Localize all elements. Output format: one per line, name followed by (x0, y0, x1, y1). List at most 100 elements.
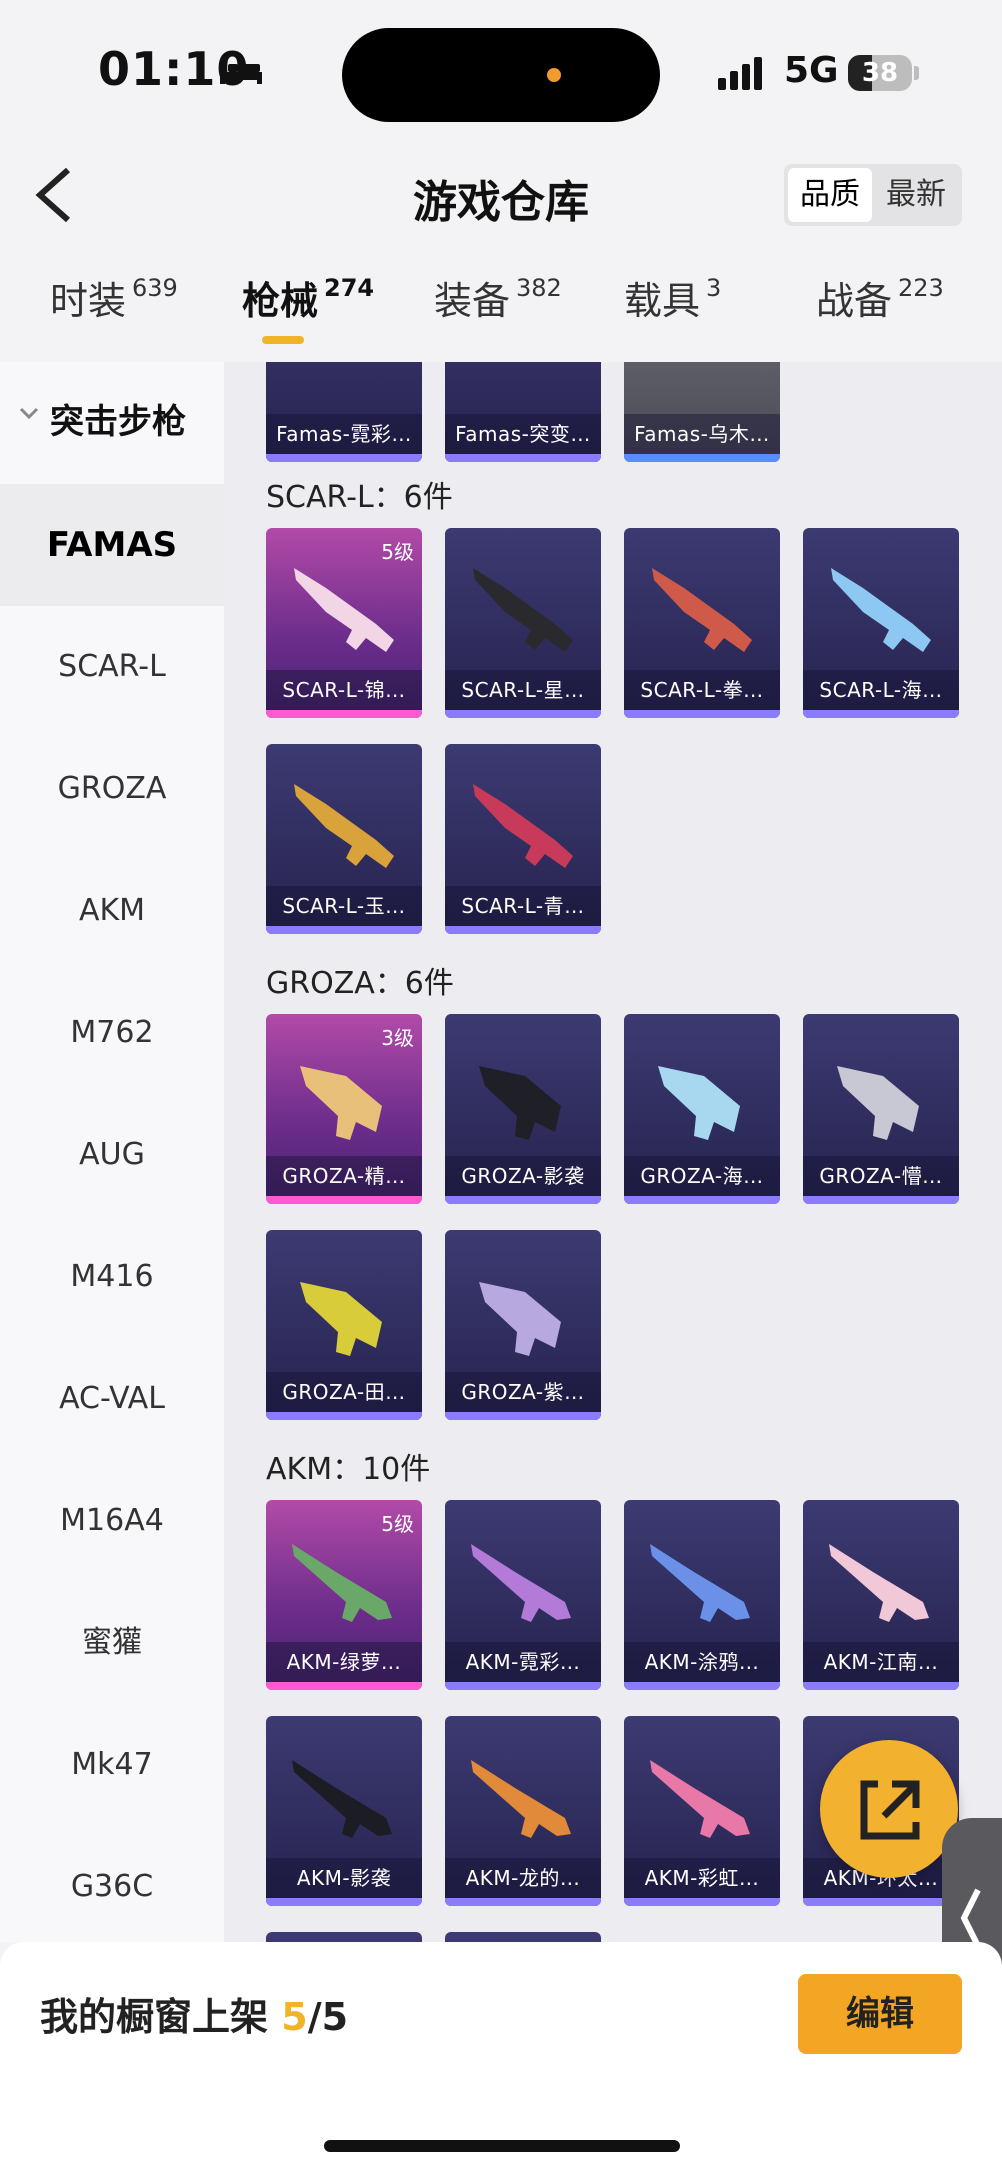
skin-name: SCAR-L-海… (803, 670, 959, 710)
skin-name: Famas-霓彩… (266, 414, 422, 454)
skin-name: SCAR-L-玉… (266, 886, 422, 926)
skin-name: AKM-彩虹… (624, 1858, 780, 1898)
tab-vehicles[interactable]: 载具 3 (624, 270, 721, 325)
sidebar-item-m762[interactable]: M762 (0, 972, 224, 1094)
sidebar-item-m416[interactable]: M416 (0, 1216, 224, 1338)
skin-name: AKM-涂鸦… (624, 1642, 780, 1682)
external-link-icon (860, 1780, 920, 1840)
skin-card[interactable]: GROZA-影袭 (445, 1014, 601, 1204)
signal-icon (718, 57, 762, 90)
home-indicator[interactable] (324, 2140, 680, 2152)
chevron-down-icon (19, 407, 39, 420)
sidebar-item-famas[interactable]: FAMAS (0, 484, 224, 606)
status-bar: 01:10 5G 38 (0, 0, 1002, 150)
skin-card[interactable]: GROZA-海… (624, 1014, 780, 1204)
skin-card[interactable]: 5级 SCAR-L-锦… (266, 528, 422, 718)
skin-name: Famas-乌木… (624, 414, 780, 454)
skin-name: SCAR-L-星… (445, 670, 601, 710)
skin-card[interactable]: Famas-乌木… (624, 362, 780, 462)
sidebar-item-groza[interactable]: GROZA (0, 728, 224, 850)
rifle-icon (473, 784, 573, 868)
rifle-icon (294, 568, 394, 652)
weapon-grid: Famas-霓彩… Famas-突变… Famas-乌木… SCAR-L：6件 … (224, 362, 1002, 1942)
battery-level: 38 (861, 58, 899, 88)
tab-supplies[interactable]: 战备 223 (816, 270, 944, 325)
sort-quality-button[interactable]: 品质 (788, 168, 872, 222)
skin-card[interactable]: SCAR-L-海… (803, 528, 959, 718)
showcase-count: 我的橱窗上架 5/5 (40, 1995, 349, 2039)
skin-card[interactable]: GROZA-懵… (803, 1014, 959, 1204)
rifle-icon (650, 1544, 750, 1622)
skin-card[interactable]: 3级 GROZA-精… (266, 1014, 422, 1204)
skin-card[interactable]: AKM-龙的… (445, 1716, 601, 1906)
skin-name: SCAR-L-拳… (624, 670, 780, 710)
sidebar-item-scar-l[interactable]: SCAR-L (0, 606, 224, 728)
section-title-scar-l: SCAR-L：6件 (266, 480, 453, 515)
section-title-akm: AKM：10件 (266, 1452, 431, 1487)
skin-card[interactable]: SCAR-L-玉… (266, 744, 422, 934)
skin-card[interactable]: Famas-霓彩… (266, 362, 422, 462)
rifle-icon (658, 1066, 740, 1140)
rifle-icon (652, 568, 752, 652)
bed-icon (220, 60, 262, 84)
skin-card[interactable]: AKM-霓彩… (445, 1500, 601, 1690)
skin-card[interactable]: SCAR-L-青… (445, 744, 601, 934)
sidebar-item-aug[interactable]: AUG (0, 1094, 224, 1216)
skin-name: GROZA-海… (624, 1156, 780, 1196)
skin-card[interactable]: Famas-突变… (445, 362, 601, 462)
sort-newest-button[interactable]: 最新 (874, 168, 958, 222)
skin-name: AKM-江南… (803, 1642, 959, 1682)
rifle-icon (479, 1282, 561, 1356)
skin-name: AKM-霓彩… (445, 1642, 601, 1682)
section-title-groza: GROZA：6件 (266, 966, 454, 1001)
rifle-icon (650, 1760, 750, 1838)
skin-name: SCAR-L-锦… (266, 670, 422, 710)
sidebar-item-m16a4[interactable]: M16A4 (0, 1460, 224, 1582)
rifle-icon (837, 1066, 919, 1140)
skin-card[interactable]: AKM-彩虹… (624, 1716, 780, 1906)
skin-name: Famas-突变… (445, 414, 601, 454)
rifle-icon (829, 1544, 929, 1622)
skin-name: GROZA-懵… (803, 1156, 959, 1196)
weapon-sidebar: 突击步枪 FAMAS SCAR-L GROZA AKM M762 AUG M41… (0, 362, 224, 1942)
skin-card[interactable]: SCAR-L-拳… (624, 528, 780, 718)
edit-button[interactable]: 编辑 (798, 1974, 962, 2054)
skin-name: AKM-绿萝… (266, 1642, 422, 1682)
sidebar-item-mk47[interactable]: Mk47 (0, 1704, 224, 1826)
sidebar-item-honey-badger[interactable]: 蜜獾 (0, 1582, 224, 1704)
showcase-panel: 我的橱窗上架 5/5 编辑 (0, 1942, 1002, 2173)
skin-name: GROZA-精… (266, 1156, 422, 1196)
skin-name: GROZA-影袭 (445, 1156, 601, 1196)
skin-name: AKM-龙的… (445, 1858, 601, 1898)
rifle-icon (473, 568, 573, 652)
skin-card[interactable]: GROZA-田… (266, 1230, 422, 1420)
rifle-icon (300, 1066, 382, 1140)
rifle-icon (292, 1544, 392, 1622)
sidebar-item-akm[interactable]: AKM (0, 850, 224, 972)
skin-name: GROZA-紫… (445, 1372, 601, 1412)
share-button[interactable] (820, 1740, 958, 1878)
skin-card[interactable] (266, 1932, 422, 1942)
tab-equipment[interactable]: 装备 382 (434, 270, 562, 325)
skin-card[interactable]: AKM-涂鸦… (624, 1500, 780, 1690)
rifle-icon (471, 1544, 571, 1622)
network-label: 5G (784, 50, 839, 91)
skin-card[interactable]: SCAR-L-星… (445, 528, 601, 718)
skin-card[interactable] (445, 1932, 601, 1942)
dynamic-island (342, 28, 660, 122)
skin-card[interactable]: AKM-影袭 (266, 1716, 422, 1906)
tab-guns[interactable]: 枪械 274 (242, 270, 374, 325)
rifle-icon (831, 568, 931, 652)
skin-card[interactable]: AKM-江南… (803, 1500, 959, 1690)
sidebar-item-g36c[interactable]: G36C (0, 1826, 224, 1948)
skin-card[interactable]: 5级 AKM-绿萝… (266, 1500, 422, 1690)
skin-card[interactable]: GROZA-紫… (445, 1230, 601, 1420)
tab-indicator (262, 336, 304, 344)
sort-toggle[interactable]: 品质 最新 (784, 164, 962, 226)
skin-name: SCAR-L-青… (445, 886, 601, 926)
rifle-icon (479, 1066, 561, 1140)
sidebar-item-ac-val[interactable]: AC-VAL (0, 1338, 224, 1460)
rifle-icon (292, 1760, 392, 1838)
tab-costume[interactable]: 时装 639 (50, 270, 178, 325)
skin-name: GROZA-田… (266, 1372, 422, 1412)
